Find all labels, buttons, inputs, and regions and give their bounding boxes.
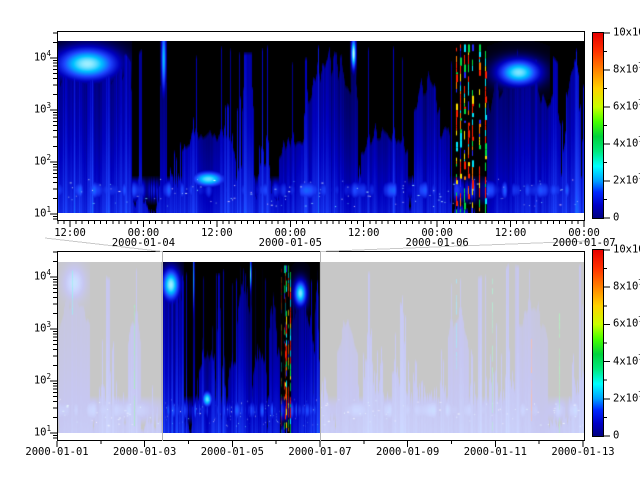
top-x-tick-label: 12:00 [495,228,527,239]
top-x-tick-label: 00:00 [568,228,600,239]
bottom-y-tick-label: 104 [34,271,51,282]
top-x-date-label: 2000-01-06 [406,238,469,249]
bottom-x-tick-label: 2000-01-05 [201,447,264,458]
cb2-tick-label: 10x107 [613,244,640,255]
top-x-date-label: 2000-01-07 [552,238,615,249]
cb2-ticks [604,250,610,436]
bottom-x-tick-label: 2000-01-07 [288,447,351,458]
cb1-tick-label: 2x107 [613,175,640,186]
cb1-tick-label: 10x107 [613,27,640,38]
bottom-x-tick-label: 2000-01-11 [464,447,527,458]
spectrogram-zoom-figure: 12:0000:002000-01-0412:0000:002000-01-05… [0,0,640,480]
bottom-x-tick-label: 2000-01-09 [376,447,439,458]
bottom-x-tick-label: 2000-01-13 [551,447,614,458]
bottom-x-tick-label: 2000-01-03 [113,447,176,458]
cb1-ticks [604,33,610,218]
bottom-y-tick-label: 103 [34,323,51,334]
top-y-tick-label: 101 [34,208,51,219]
top-x-date-label: 2000-01-04 [112,238,175,249]
top-y-tick-label: 103 [34,104,51,115]
bottom-colorbar [592,249,604,437]
cb1-tick-label: 8x107 [613,64,640,75]
bottom-x-tick-label: 2000-01-01 [25,447,88,458]
zoom-connector-lines [45,238,588,252]
top-x-date-label: 2000-01-05 [259,238,322,249]
zoom-selection-region[interactable] [162,251,320,441]
top-x-tick-label: 00:00 [128,228,160,239]
bottom-y-tick-label: 101 [34,427,51,438]
cb1-tick-label: 0 [613,212,619,223]
bottom-y-tick-label: 102 [34,375,51,386]
cb2-tick-label: 0 [613,430,619,441]
top-y-tick-label: 104 [34,52,51,63]
cb2-tick-label: 4x107 [613,356,640,367]
top-y-tick-label: 102 [34,156,51,167]
cb2-tick-label: 2x107 [613,393,640,404]
cb1-tick-label: 4x107 [613,138,640,149]
cb2-tick-label: 8x107 [613,282,640,293]
top-x-tick-label: 12:00 [201,228,233,239]
top-x-tick-label: 12:00 [54,228,86,239]
top-x-tick-label: 12:00 [348,228,380,239]
cb2-tick-label: 6x107 [613,319,640,330]
top-spectrogram-plot[interactable] [58,41,584,213]
top-x-tick-label: 00:00 [421,228,453,239]
top-x-tick-label: 00:00 [274,228,306,239]
cb1-tick-label: 6x107 [613,101,640,112]
overview-spectrogram-plot[interactable] [58,262,584,433]
top-colorbar [592,32,604,219]
